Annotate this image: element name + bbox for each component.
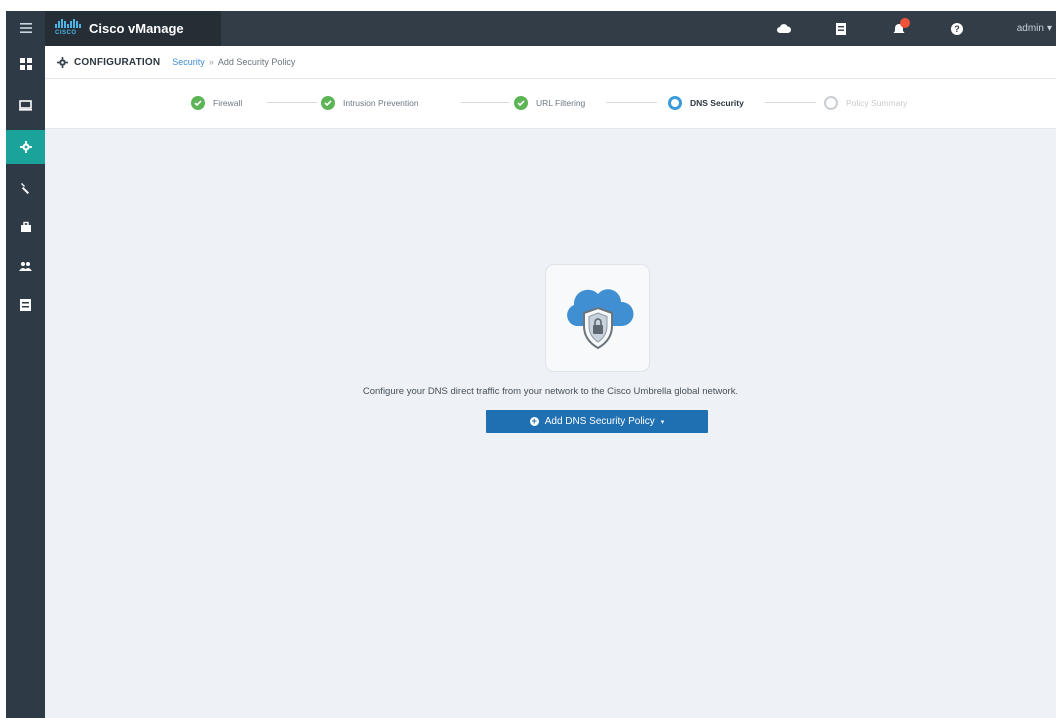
cloud-icon[interactable]: [769, 11, 799, 46]
step-intrusion-prevention[interactable]: Intrusion Prevention: [321, 96, 419, 110]
brand-word: CISCO: [55, 29, 77, 36]
breadcrumb-link-security[interactable]: Security: [172, 57, 205, 67]
configuration-icon[interactable]: [6, 130, 45, 164]
step-label: Policy Summary: [846, 98, 908, 108]
monitor-icon[interactable]: [6, 88, 45, 122]
dashboard-icon[interactable]: [6, 47, 45, 81]
maintenance-icon[interactable]: [6, 210, 45, 244]
cloud-shield-icon: [566, 289, 634, 350]
tools-icon[interactable]: [6, 171, 45, 205]
top-bar: CISCO Cisco vManage ? admin ▾: [45, 11, 1056, 46]
chevron-down-icon: ▾: [1046, 23, 1052, 34]
left-nav-rail: [6, 11, 45, 718]
step-url-filtering[interactable]: URL Filtering: [514, 96, 585, 110]
add-dns-security-policy-button[interactable]: + Add DNS Security Policy ▾: [486, 410, 708, 433]
user-label: admin: [1016, 23, 1044, 34]
user-menu[interactable]: admin ▾: [1017, 11, 1052, 46]
policy-wizard-stepper: Firewall Intrusion Prevention URL Filter…: [45, 79, 1056, 129]
cisco-logo: CISCO: [55, 18, 81, 39]
analytics-icon[interactable]: [6, 288, 45, 322]
step-dns-security[interactable]: DNS Security: [668, 96, 744, 110]
app-title: Cisco vManage: [89, 21, 184, 36]
brand[interactable]: CISCO Cisco vManage: [45, 11, 221, 46]
button-label: Add DNS Security Policy: [544, 416, 655, 427]
menu-icon[interactable]: [6, 11, 45, 45]
step-label: URL Filtering: [536, 98, 586, 108]
empty-state-message: Configure your DNS direct traffic from y…: [362, 386, 739, 397]
step-connector: [461, 102, 509, 103]
step-label: DNS Security: [690, 98, 744, 108]
administration-icon[interactable]: [6, 249, 45, 283]
page-section-title: CONFIGURATION: [74, 56, 161, 68]
app-frame: CISCO Cisco vManage ? admin ▾ CONFIGURAT…: [6, 11, 1056, 718]
breadcrumb: CONFIGURATION Security » Add Security Po…: [45, 46, 1056, 79]
step-policy-summary[interactable]: Policy Summary: [824, 96, 907, 110]
help-icon[interactable]: ?: [942, 11, 972, 46]
check-icon: [191, 96, 205, 110]
gear-icon: [57, 56, 68, 68]
step-connector: [606, 102, 657, 103]
current-step-icon: [668, 96, 682, 110]
alarms-icon[interactable]: [884, 11, 914, 46]
dns-security-illustration: [545, 264, 650, 372]
task-list-icon[interactable]: [826, 11, 856, 46]
step-label: Firewall: [213, 98, 243, 108]
chevron-down-icon: ▾: [660, 418, 665, 426]
pending-step-icon: [824, 96, 838, 110]
svg-text:?: ?: [954, 24, 960, 34]
breadcrumb-separator: »: [208, 57, 214, 67]
alarm-badge: [900, 18, 910, 28]
check-icon: [514, 96, 528, 110]
step-firewall[interactable]: Firewall: [191, 96, 242, 110]
step-label: Intrusion Prevention: [343, 98, 419, 108]
step-connector: [765, 102, 816, 103]
step-connector: [267, 102, 317, 103]
check-icon: [321, 96, 335, 110]
breadcrumb-current: Add Security Policy: [217, 57, 296, 67]
plus-circle-icon: +: [529, 416, 539, 426]
